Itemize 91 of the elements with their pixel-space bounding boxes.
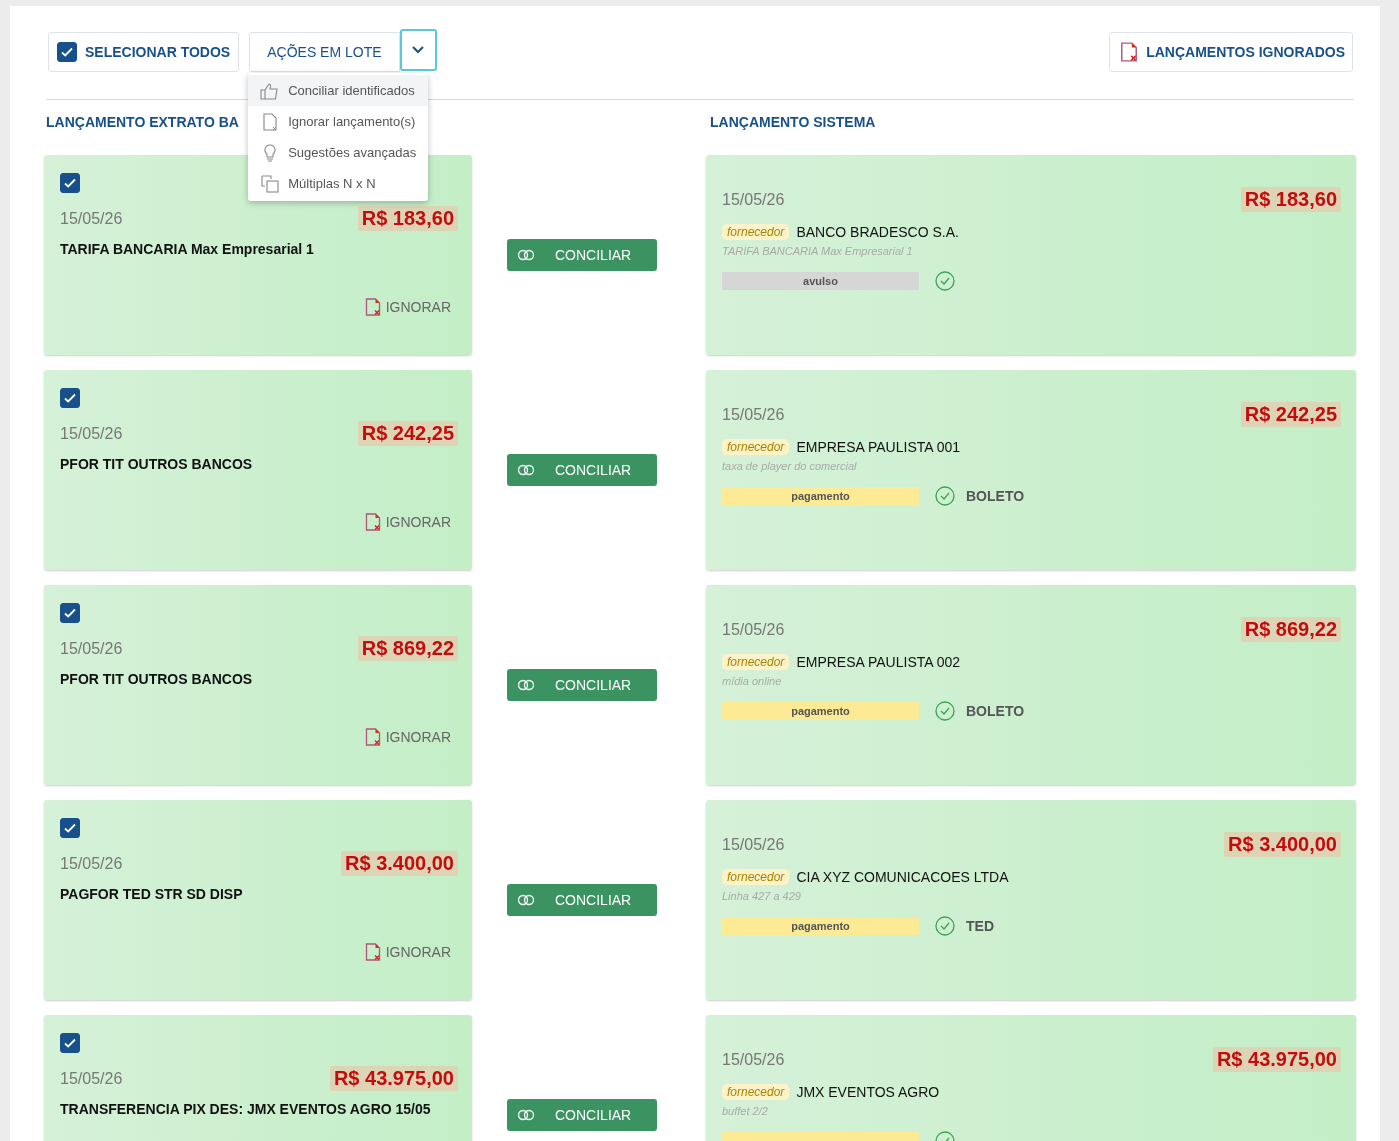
checkmark-icon [63,391,77,405]
checkbox[interactable] [60,173,80,193]
party-name: EMPRESA PAULISTA 002 [796,654,961,670]
batch-actions-button[interactable]: AÇÕES EM LOTE [249,32,400,72]
entry-description: TRANSFERENCIA PIX DES: JMX EVENTOS AGRO 15/05 [60,1101,432,1117]
dropdown-toggle[interactable] [399,29,437,71]
chevron-down-icon [411,45,426,55]
linked-rings-icon [517,249,535,261]
ignore-button[interactable]: IGNORAR [364,943,451,961]
entry-note: mídia online [722,675,783,687]
entry-amount: R$ 869,22 [357,636,458,661]
entry-note: buffet 2/2 [722,1105,769,1117]
entry-amount: R$ 242,25 [1240,402,1341,427]
party-name: JMX EVENTOS AGRO [796,1084,940,1100]
entry-date: 15/05/26 [722,620,785,639]
linked-rings-icon [517,464,535,476]
checkbox[interactable] [60,603,80,623]
payment-method: TED [966,918,994,934]
role-badge: fornecedor [722,224,790,240]
role-badge: fornecedor [722,654,790,670]
reconcile-button[interactable]: CONCILIAR [507,884,657,916]
copy-icon [260,173,281,194]
entry-date: 15/05/26 [60,209,123,228]
menu-item[interactable]: Sugestões avançadas [248,137,429,168]
menu-item[interactable]: Ignorar lançamento(s) [248,106,429,137]
type-tag: avulso [722,272,919,290]
entry-amount: R$ 43.975,00 [1212,1047,1341,1072]
entry-date: 15/05/26 [722,835,785,854]
entry-date: 15/05/26 [60,639,123,658]
entry-amount: R$ 3.400,00 [341,851,458,876]
entry-date: 15/05/26 [60,854,123,873]
document-x-icon [364,513,381,531]
entry-description: TARIFA BANCARIA Max Empresarial 1 [60,241,315,257]
section-heading: LANÇAMENTO SISTEMA [710,114,876,132]
linked-rings-icon [517,1109,535,1121]
payment-method: BOLETO [966,703,1025,719]
entry-date: 15/05/26 [722,1050,785,1069]
document-x-icon [1120,42,1139,62]
reconcile-button[interactable]: CONCILIAR [507,669,657,701]
checkmark-icon [60,45,74,59]
select-all-button[interactable]: SELECIONAR TODOS [48,32,240,72]
reconcile-button[interactable]: CONCILIAR [507,239,657,271]
role-badge: fornecedor [722,439,790,455]
document-x-icon [364,728,381,746]
payment-method: BOLETO [966,488,1025,504]
entry-date: 15/05/26 [722,405,785,424]
thumbs-up-icon [260,80,281,101]
document-x-icon [364,298,381,316]
type-tag: pagamento [722,487,919,505]
menu-item[interactable]: Múltiplas N x N [248,168,429,199]
entry-amount: R$ 3.400,00 [1224,832,1341,857]
checkbox[interactable] [60,1033,80,1053]
role-badge: fornecedor [722,1084,790,1100]
entry-note: TARIFA BANCARIA Max Empresarial 1 [722,245,914,257]
entry-amount: R$ 183,60 [357,206,458,231]
checkmark-icon [63,606,77,620]
linked-rings-icon [517,894,535,906]
document-x-icon [364,943,381,961]
entry-description: PFOR TIT OUTROS BANCOS [60,671,254,687]
checkmark-icon [63,821,77,835]
type-tag: pagamento [722,917,919,935]
section-heading: LANÇAMENTO EXTRATO BA [46,114,239,132]
entry-description: PFOR TIT OUTROS BANCOS [60,456,254,472]
ignore-button[interactable]: IGNORAR [364,298,451,316]
checkmark-icon [63,176,77,190]
entry-note: Linha 427 a 429 [722,890,802,902]
checkbox[interactable] [57,42,77,62]
entry-amount: R$ 43.975,00 [329,1066,458,1091]
party-name: EMPRESA PAULISTA 001 [796,439,961,455]
party-name: BANCO BRADESCO S.A. [796,224,959,240]
menu-item[interactable]: Conciliar identificados [248,75,429,106]
type-tag: pagamento [722,702,919,720]
reconcile-button[interactable]: CONCILIAR [507,454,657,486]
ignore-button[interactable]: IGNORAR [364,513,451,531]
role-badge: fornecedor [722,869,790,885]
ignored-entries-button[interactable]: LANÇAMENTOS IGNORADOS [1109,32,1353,72]
entry-date: 15/05/26 [60,424,123,443]
entry-date: 15/05/26 [60,1069,123,1088]
reconcile-button[interactable]: CONCILIAR [507,1099,657,1131]
checkbox[interactable] [60,388,80,408]
entry-amount: R$ 183,60 [1240,187,1341,212]
entry-date: 15/05/26 [722,190,785,209]
entry-description: PAGFOR TED STR SD DISP [60,886,244,902]
linked-rings-icon [517,679,535,691]
party-name: CIA XYZ COMUNICACOES LTDA [796,869,1009,885]
entry-amount: R$ 242,25 [357,421,458,446]
ignore-button[interactable]: IGNORAR [364,728,451,746]
entry-amount: R$ 869,22 [1240,617,1341,642]
checkmark-icon [63,1036,77,1050]
checkbox[interactable] [60,818,80,838]
entry-note: taxa de player do comercial [722,460,858,472]
